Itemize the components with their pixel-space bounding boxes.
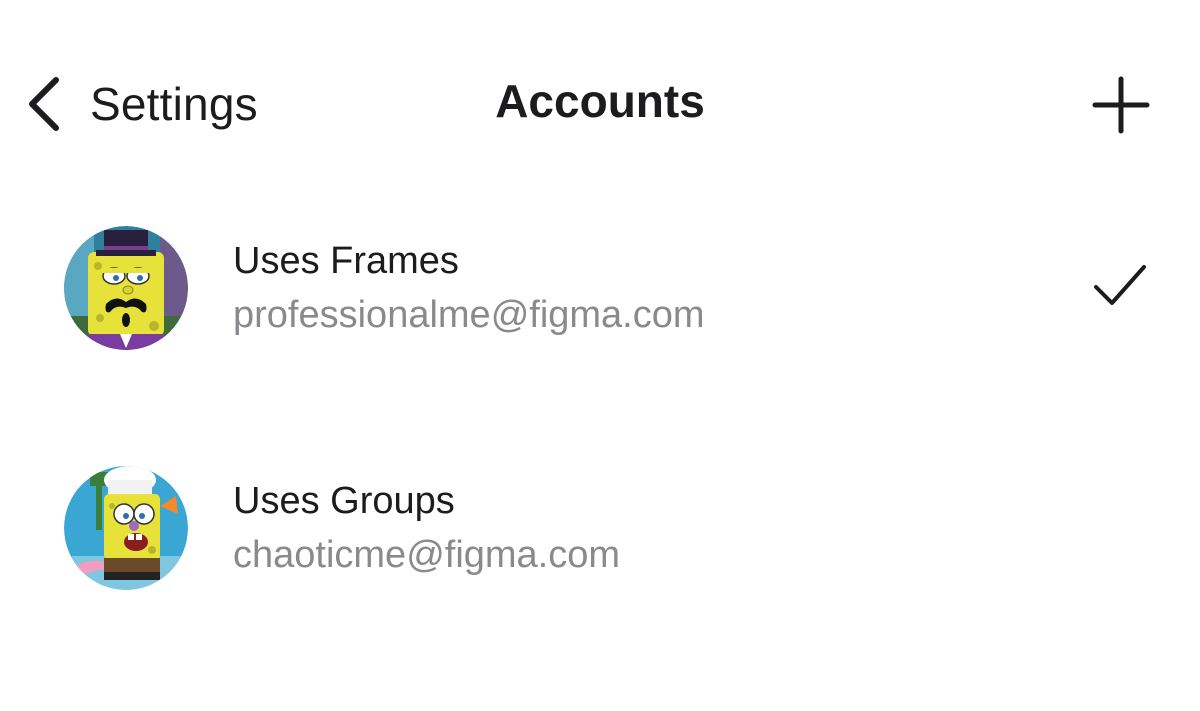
selected-checkmark: [1092, 263, 1148, 311]
account-row-uses-frames[interactable]: Uses Frames professionalme@figma.com: [0, 205, 1200, 371]
plus-icon: [1092, 76, 1150, 134]
account-email: professionalme@figma.com: [233, 294, 705, 336]
navigation-bar: Settings Accounts: [0, 0, 1200, 205]
spongebob-chef-avatar: [64, 466, 188, 590]
add-account-button[interactable]: [1092, 76, 1150, 134]
account-name: Uses Groups: [233, 480, 455, 522]
avatar: [64, 466, 188, 590]
account-email: chaoticme@figma.com: [233, 534, 621, 576]
spongebob-top-hat-avatar: [64, 226, 188, 350]
checkmark-icon: [1094, 265, 1146, 305]
back-button[interactable]: Settings: [22, 68, 258, 140]
page-title: Accounts: [495, 75, 705, 127]
chevron-left-icon: [29, 77, 59, 131]
back-button-label: Settings: [90, 78, 258, 130]
account-row-uses-groups[interactable]: Uses Groups chaoticme@figma.com: [0, 445, 1200, 611]
avatar: [64, 226, 188, 350]
account-name: Uses Frames: [233, 240, 459, 282]
